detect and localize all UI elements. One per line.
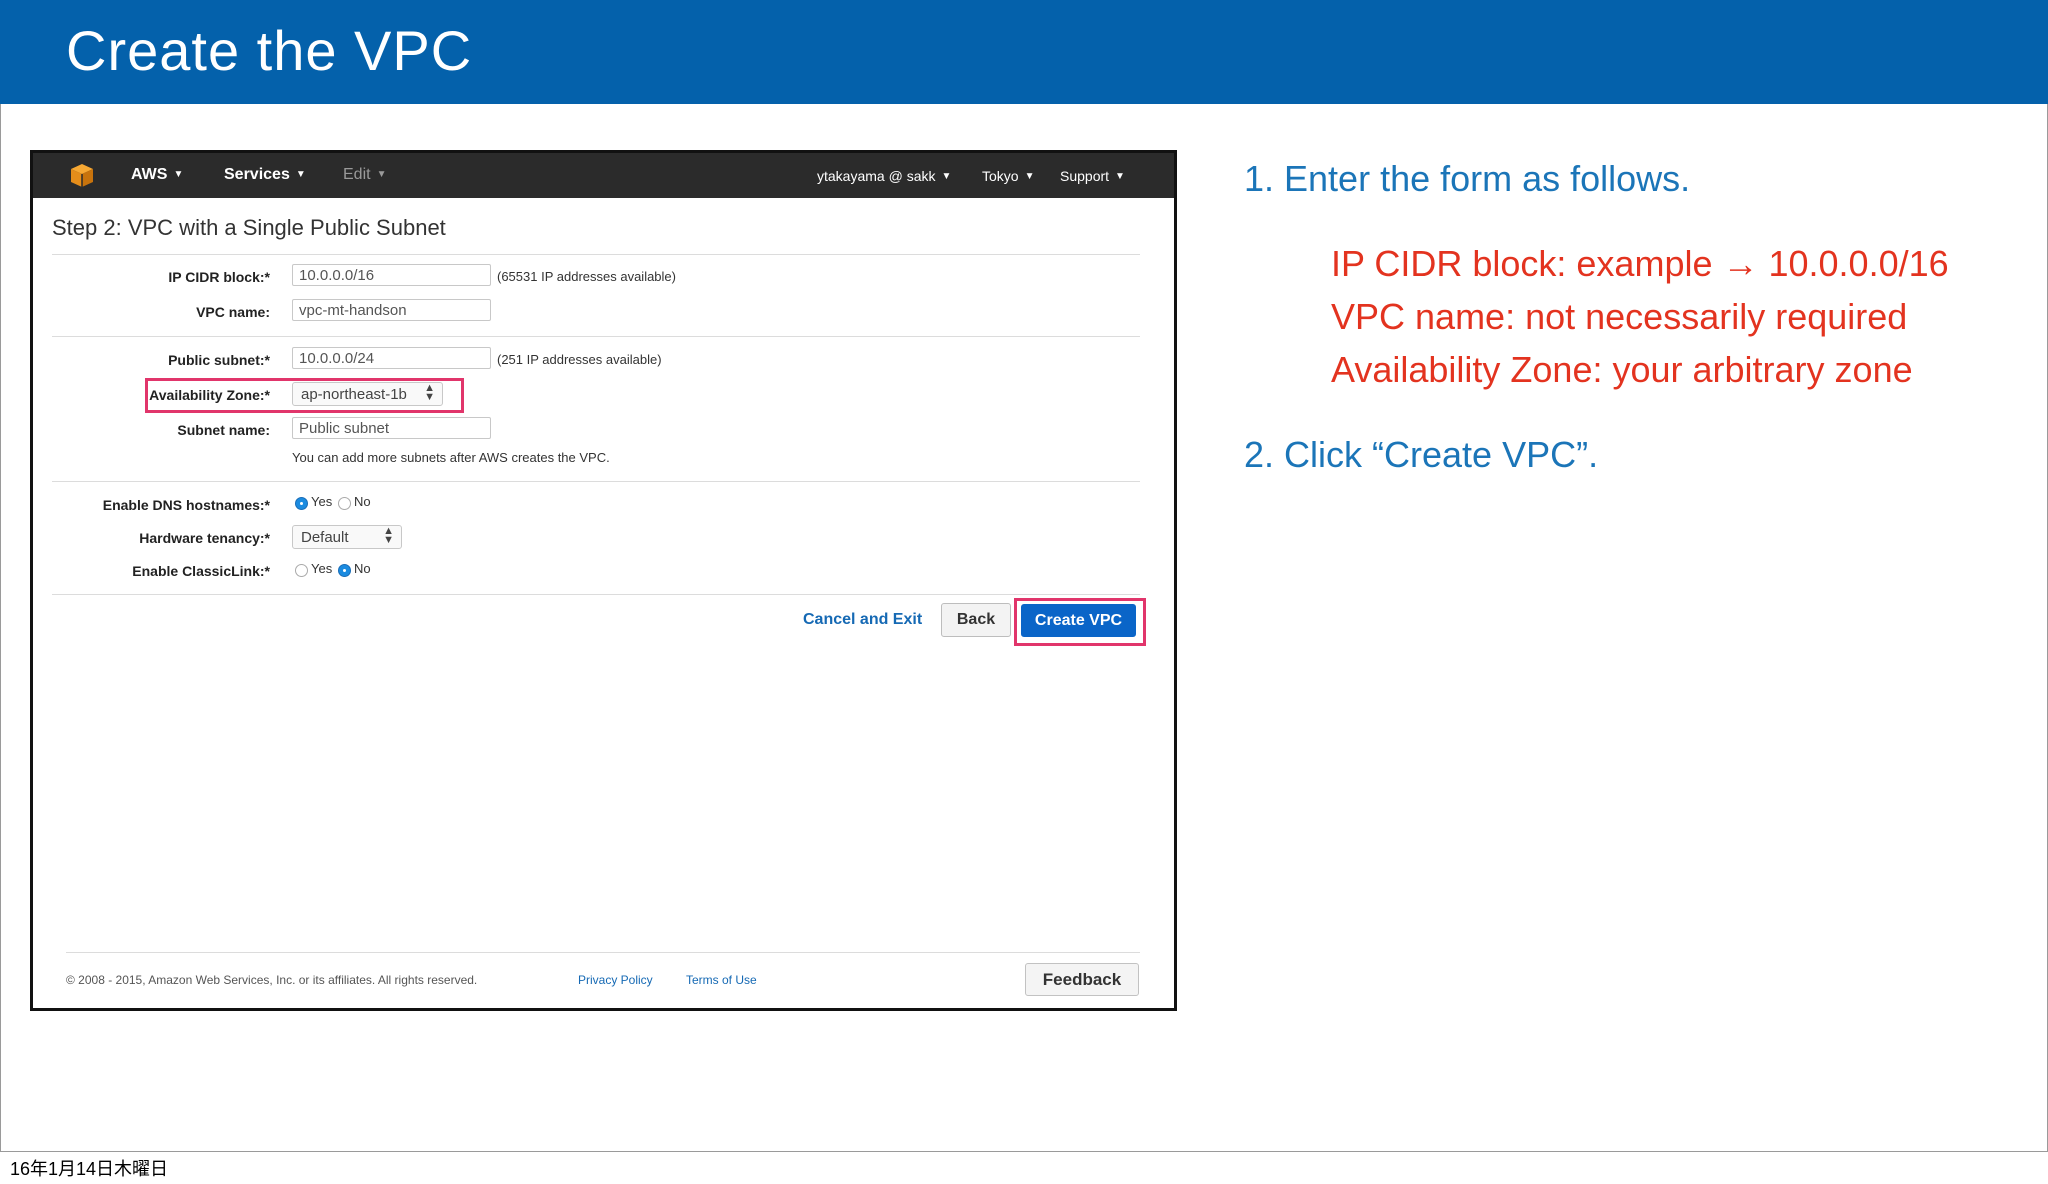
copyright-text: © 2008 - 2015, Amazon Web Services, Inc.… bbox=[66, 973, 478, 987]
back-button[interactable]: Back bbox=[941, 603, 1011, 637]
hardware-tenancy-select[interactable]: Default ▲ ▼ bbox=[292, 525, 402, 549]
instruction-detail-ip-cidr: IP CIDR block: example → 10.0.0.0/16 bbox=[1331, 243, 1949, 284]
nav-account-menu[interactable]: ytakayama @ sakk ▼ bbox=[817, 168, 951, 184]
feedback-button[interactable]: Feedback bbox=[1025, 963, 1139, 996]
ip-cidr-note: (65531 IP addresses available) bbox=[497, 269, 676, 284]
public-subnet-label: Public subnet:* bbox=[168, 352, 270, 368]
subnet-name-label: Subnet name: bbox=[177, 422, 270, 438]
nav-services-label: Services bbox=[224, 166, 290, 183]
divider bbox=[52, 254, 1140, 255]
cancel-and-exit-link[interactable]: Cancel and Exit bbox=[803, 611, 922, 629]
availability-zone-select[interactable]: ap-northeast-1b ▲ ▼ bbox=[292, 382, 443, 406]
chevron-down-icon: ▼ bbox=[173, 169, 184, 180]
slide-title: Create the VPC bbox=[66, 19, 473, 82]
dns-hostnames-yes-label: Yes bbox=[311, 494, 333, 509]
classiclink-yes-label: Yes bbox=[311, 561, 333, 576]
classiclink-label: Enable ClassicLink:* bbox=[132, 563, 270, 579]
subnet-name-input[interactable] bbox=[292, 417, 491, 439]
divider bbox=[52, 594, 1140, 595]
aws-top-nav: AWS ▼ Services ▼ Edit ▼ ytakayama @ sakk ▼ T… bbox=[33, 153, 1174, 198]
form-title: Step 2: VPC with a Single Public Subnet bbox=[52, 215, 446, 240]
availability-zone-value: ap-northeast-1b bbox=[301, 386, 407, 403]
nav-services-menu[interactable]: Services ▼ bbox=[224, 166, 306, 184]
instruction-detail-availability-zone: Availability Zone: your arbitrary zone bbox=[1331, 349, 1913, 390]
nav-account-label: ytakayama @ sakk bbox=[817, 168, 936, 184]
classiclink-no-radio[interactable] bbox=[338, 564, 351, 577]
public-subnet-note: (251 IP addresses available) bbox=[497, 352, 662, 367]
subnet-name-note: You can add more subnets after AWS creat… bbox=[292, 450, 610, 465]
nav-aws-label: AWS bbox=[131, 166, 168, 183]
instruction-step-2: 2. Click “Create VPC”. bbox=[1244, 434, 1599, 475]
nav-support-menu[interactable]: Support ▼ bbox=[1060, 168, 1125, 184]
nav-region-label: Tokyo bbox=[982, 168, 1019, 184]
chevron-down-icon: ▼ bbox=[1115, 171, 1125, 182]
privacy-policy-link[interactable]: Privacy Policy bbox=[578, 973, 653, 987]
nav-region-menu[interactable]: Tokyo ▼ bbox=[982, 168, 1034, 184]
chevron-down-icon: ▼ bbox=[295, 169, 306, 180]
terms-of-use-link[interactable]: Terms of Use bbox=[686, 973, 757, 987]
ip-cidr-input[interactable] bbox=[292, 264, 491, 286]
vpc-name-label: VPC name: bbox=[196, 304, 270, 320]
dns-hostnames-no-radio[interactable] bbox=[338, 497, 351, 510]
create-vpc-button[interactable]: Create VPC bbox=[1021, 604, 1136, 637]
dns-hostnames-no-label: No bbox=[354, 494, 371, 509]
nav-aws-menu[interactable]: AWS ▼ bbox=[131, 166, 183, 184]
nav-support-label: Support bbox=[1060, 168, 1110, 184]
vpc-name-input[interactable] bbox=[292, 299, 491, 321]
chevron-down-icon: ▼ bbox=[941, 171, 952, 182]
divider bbox=[52, 336, 1140, 337]
aws-cube-icon[interactable] bbox=[69, 162, 95, 188]
hardware-tenancy-value: Default bbox=[301, 529, 349, 546]
dns-hostnames-label: Enable DNS hostnames:* bbox=[102, 497, 270, 513]
public-subnet-input[interactable] bbox=[292, 347, 491, 369]
nav-edit-label: Edit bbox=[343, 166, 371, 183]
select-arrows-icon: ▲ ▼ bbox=[424, 382, 435, 403]
footer-divider bbox=[66, 952, 1140, 953]
availability-zone-label: Availability Zone:* bbox=[149, 387, 270, 403]
instruction-step-1: 1. Enter the form as follows. bbox=[1244, 158, 1691, 199]
slide-header: Create the VPC bbox=[0, 0, 2048, 104]
divider bbox=[52, 481, 1140, 482]
select-arrows-icon: ▲ ▼ bbox=[383, 525, 394, 546]
ip-cidr-label: IP CIDR block:* bbox=[168, 269, 270, 285]
date-label: 16年1月14日木曜日 bbox=[10, 1159, 169, 1179]
chevron-down-icon: ▼ bbox=[1024, 171, 1035, 182]
dns-hostnames-yes-radio[interactable] bbox=[295, 497, 308, 510]
classiclink-no-label: No bbox=[354, 561, 371, 576]
aws-console-screenshot: AWS ▼ Services ▼ Edit ▼ ytakayama @ sakk ▼ T… bbox=[30, 150, 1177, 1011]
instruction-detail-vpc-name: VPC name: not necessarily required bbox=[1331, 296, 1908, 337]
chevron-down-icon: ▼ bbox=[376, 169, 387, 180]
nav-edit-menu[interactable]: Edit ▼ bbox=[343, 166, 386, 184]
hardware-tenancy-label: Hardware tenancy:* bbox=[139, 530, 270, 546]
classiclink-yes-radio[interactable] bbox=[295, 564, 308, 577]
